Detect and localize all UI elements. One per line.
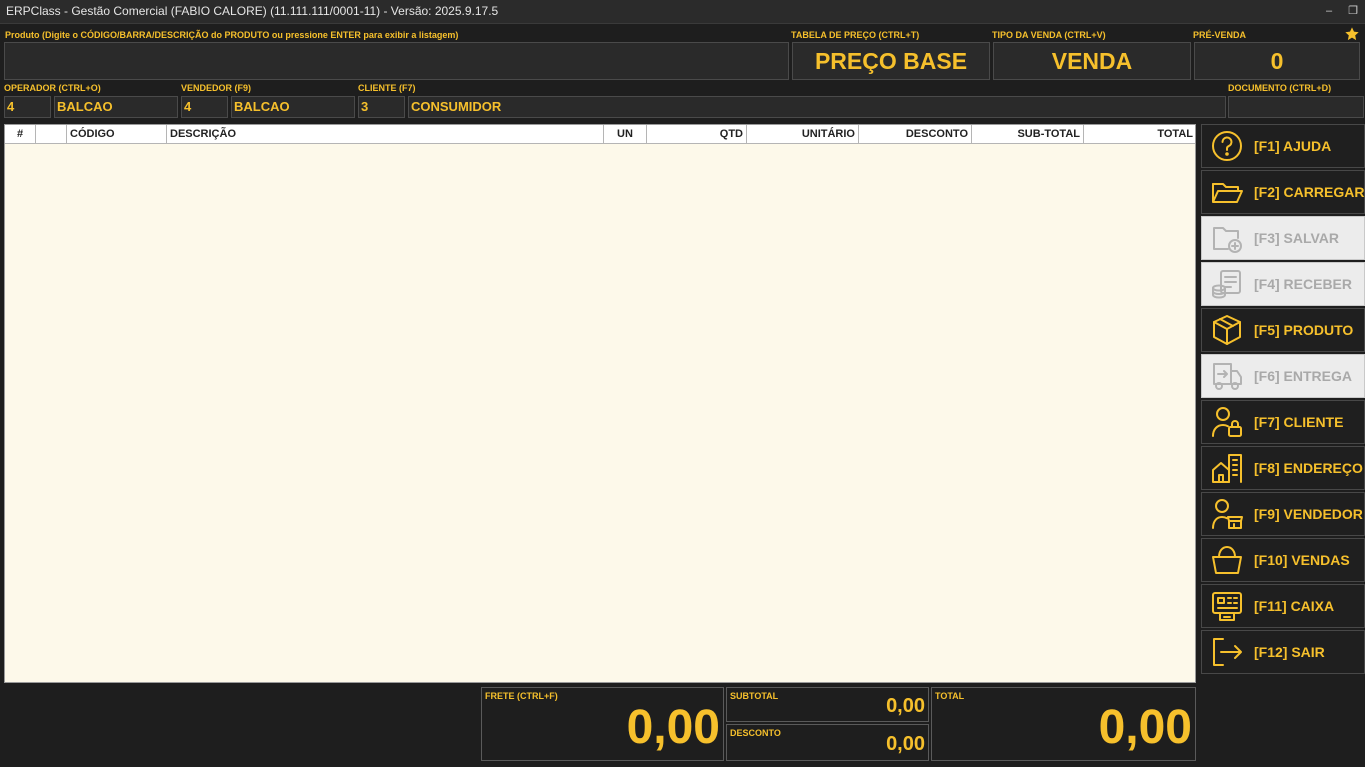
receive-button-label: [F4] RECEBER <box>1254 276 1353 292</box>
client-button-label: [F7] CLIENTE <box>1254 414 1344 430</box>
seller-label: VENDEDOR (F9) <box>181 83 252 93</box>
sale-type-field[interactable]: VENDA <box>993 42 1191 80</box>
price-table-label: TABELA DE PREÇO (CTRL+T) <box>791 30 920 40</box>
seller-button[interactable]: [F9] VENDEDOR <box>1201 492 1365 536</box>
save-button-label: [F3] SALVAR <box>1254 230 1340 246</box>
title-bar: ERPClass - Gestão Comercial (FABIO CALOR… <box>0 0 1365 24</box>
freight-box[interactable]: FRETE (CTRL+F) 0,00 <box>481 687 724 761</box>
sales-button[interactable]: [F10] VENDAS <box>1201 538 1365 582</box>
operator-name-field[interactable]: BALCAO <box>54 96 178 118</box>
col-quantity[interactable]: QTD <box>647 125 747 144</box>
total-box: TOTAL 0,00 <box>931 687 1196 761</box>
product-search-input[interactable] <box>4 42 789 80</box>
col-number[interactable]: # <box>5 125 36 144</box>
exit-button-label: [F12] SAIR <box>1254 644 1325 660</box>
col-unit[interactable]: UN <box>604 125 647 144</box>
user-store-icon <box>1210 497 1244 531</box>
col-blank[interactable] <box>36 125 67 144</box>
discount-value: 0,00 <box>886 733 925 755</box>
col-total[interactable]: TOTAL <box>1084 125 1196 144</box>
delivery-button-label: [F6] ENTREGA <box>1254 368 1352 384</box>
load-button[interactable]: [F2] CARREGAR <box>1201 170 1365 214</box>
cashier-button-label: [F11] CAIXA <box>1254 598 1335 614</box>
sales-button-label: [F10] VENDAS <box>1254 552 1350 568</box>
exit-button[interactable]: [F12] SAIR <box>1201 630 1365 674</box>
help-icon <box>1210 129 1244 163</box>
minimize-button[interactable]: – <box>1320 2 1338 20</box>
document-label: DOCUMENTO (CTRL+D) <box>1228 83 1332 93</box>
col-code[interactable]: CÓDIGO <box>67 125 167 144</box>
price-table-field[interactable]: PREÇO BASE <box>792 42 990 80</box>
client-name-field[interactable]: CONSUMIDOR <box>408 96 1226 118</box>
client-label: CLIENTE (F7) <box>358 83 416 93</box>
items-grid[interactable]: # CÓDIGO DESCRIÇÃO UN QTD UNITÁRIO DESCO… <box>4 124 1196 683</box>
delivery-button[interactable]: [F6] ENTREGA <box>1201 354 1365 398</box>
subtotal-value: 0,00 <box>886 695 925 717</box>
basket-icon <box>1210 543 1244 577</box>
pre-sale-field[interactable]: 0 <box>1194 42 1360 80</box>
cash-register-icon <box>1210 589 1244 623</box>
buildings-icon <box>1210 451 1244 485</box>
product-button-label: [F5] PRODUTO <box>1254 322 1354 338</box>
col-description[interactable]: DESCRIÇÃO <box>167 125 604 144</box>
cashier-button[interactable]: [F11] CAIXA <box>1201 584 1365 628</box>
subtotal-label: SUBTOTAL <box>730 691 779 701</box>
product-button[interactable]: [F5] PRODUTO <box>1201 308 1365 352</box>
save-button[interactable]: [F3] SALVAR <box>1201 216 1365 260</box>
discount-label: DESCONTO <box>730 728 781 738</box>
col-subtotal[interactable]: SUB-TOTAL <box>972 125 1084 144</box>
delivery-truck-icon <box>1210 359 1244 393</box>
pre-sale-label: PRÉ-VENDA <box>1193 30 1247 40</box>
seller-button-label: [F9] VENDEDOR <box>1254 506 1363 522</box>
seller-name-field[interactable]: BALCAO <box>231 96 355 118</box>
seller-code-field[interactable]: 4 <box>181 96 228 118</box>
window-title: ERPClass - Gestão Comercial (FABIO CALOR… <box>6 4 499 18</box>
sale-type-label: TIPO DA VENDA (CTRL+V) <box>992 30 1106 40</box>
subtotal-box: SUBTOTAL 0,00 <box>726 687 929 722</box>
address-button[interactable]: [F8] ENDEREÇO <box>1201 446 1365 490</box>
total-label: TOTAL <box>935 691 965 701</box>
product-label: Produto (Digite o CÓDIGO/BARRA/DESCRIÇÃO… <box>5 30 459 40</box>
freight-label: FRETE (CTRL+F) <box>485 691 558 701</box>
grid-header: # CÓDIGO DESCRIÇÃO UN QTD UNITÁRIO DESCO… <box>5 125 1195 144</box>
logout-icon <box>1210 635 1244 669</box>
star-icon[interactable] <box>1344 26 1360 42</box>
freight-value: 0,00 <box>626 701 720 754</box>
client-button[interactable]: [F7] CLIENTE <box>1201 400 1365 444</box>
load-button-label: [F2] CARREGAR <box>1254 184 1365 200</box>
operator-label: OPERADOR (CTRL+O) <box>4 83 101 93</box>
discount-box[interactable]: DESCONTO 0,00 <box>726 724 929 761</box>
folder-open-icon <box>1210 175 1244 209</box>
address-button-label: [F8] ENDEREÇO <box>1254 460 1363 476</box>
col-discount[interactable]: DESCONTO <box>859 125 972 144</box>
col-unit-price[interactable]: UNITÁRIO <box>747 125 859 144</box>
help-button[interactable]: [F1] AJUDA <box>1201 124 1365 168</box>
client-code-field[interactable]: 3 <box>358 96 405 118</box>
total-value: 0,00 <box>1098 701 1192 754</box>
operator-code-field[interactable]: 4 <box>4 96 51 118</box>
document-field[interactable] <box>1228 96 1364 118</box>
folder-add-icon <box>1210 221 1244 255</box>
user-lock-icon <box>1210 405 1244 439</box>
receive-button[interactable]: [F4] RECEBER <box>1201 262 1365 306</box>
help-button-label: [F1] AJUDA <box>1254 138 1332 154</box>
money-receive-icon <box>1210 267 1244 301</box>
box-icon <box>1210 313 1244 347</box>
restore-button[interactable]: ❐ <box>1344 2 1362 20</box>
